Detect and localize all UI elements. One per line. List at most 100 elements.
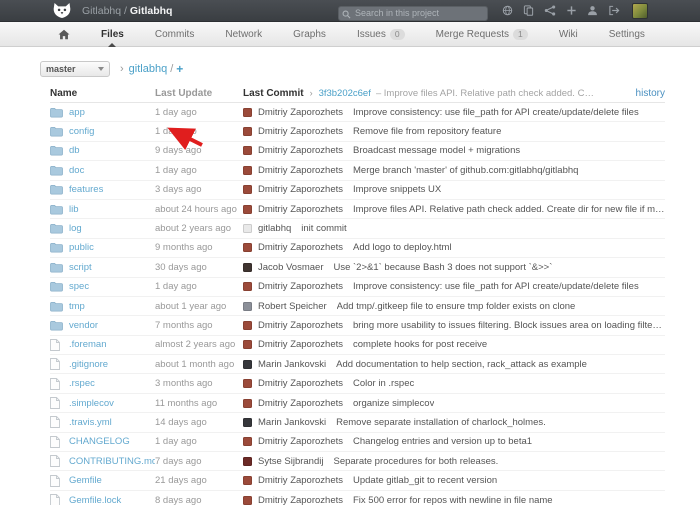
file-name-link[interactable]: script [69,262,92,273]
commit-message-link[interactable]: init commit [301,223,346,234]
commit-message-link[interactable]: Remove separate installation of charlock… [336,417,546,428]
file-name-link[interactable]: .travis.yml [69,417,112,428]
file-icon [50,494,60,505]
file-name-link[interactable]: public [69,242,94,253]
commit-message-link[interactable]: Add tmp/.gitkeep file to ensure tmp fold… [337,301,576,312]
nav-tab-wiki[interactable]: Wiki [559,22,578,47]
file-name-link[interactable]: doc [69,165,84,176]
file-name-link[interactable]: vendor [69,320,98,331]
commit-message-link[interactable]: Separate procedures for both releases. [333,456,498,467]
branch-selector[interactable]: master [40,61,110,77]
file-name-link[interactable]: Gemfile [69,475,102,486]
gitlab-logo[interactable] [50,0,74,22]
file-name-link[interactable]: config [69,126,94,137]
commit-message-link[interactable]: Changelog entries and version up to beta… [353,436,532,447]
globe-icon[interactable] [502,5,513,16]
clipboard-icon[interactable] [523,5,534,16]
commit-message-link[interactable]: Broadcast message model + migrations [353,145,520,156]
folder-icon [50,165,63,176]
commit-message-link[interactable]: Improve snippets UX [353,184,441,195]
file-name-link[interactable]: CONTRIBUTING.md [69,456,155,467]
nav-tab-merge-requests[interactable]: Merge Requests 1 [436,22,528,47]
breadcrumb-repo-link[interactable]: gitlabhq [129,63,168,75]
file-name-link[interactable]: lib [69,204,79,215]
commit-message-link[interactable]: Remove file from repository feature [353,126,501,137]
file-icon [50,475,60,487]
commit-message-link[interactable]: Color in .rspec [353,378,414,389]
commit-sha-link[interactable]: 3f3b202c6ef [319,88,371,99]
commit-message-link[interactable]: Improve consistency: use file_path for A… [353,281,639,292]
nav-tab-label: Files [101,29,124,40]
nav-tab-network[interactable]: Network [225,22,262,47]
new-file-plus-link[interactable]: + [176,62,183,76]
commit-author-name: Dmitriy Zaporozhets [258,184,343,195]
breadcrumb-chevron: › [120,63,124,75]
fork-network-icon[interactable] [544,5,556,16]
commit-author-avatar [243,379,252,388]
table-row: config 1 day ago Dmitriy Zaporozhets Rem… [50,122,665,141]
last-update-text: about 1 year ago [155,301,243,312]
nav-tab-commits[interactable]: Commits [155,22,194,47]
nav-tab-issues[interactable]: Issues 0 [357,22,405,47]
project-name[interactable]: Gitlabhq [130,5,173,17]
nav-tab-badge: 0 [390,29,405,40]
commit-author-name: Marin Jankovski [258,417,326,428]
commit-message-link[interactable]: Fix 500 error for repos with newline in … [353,495,553,505]
commit-author-avatar [243,166,252,175]
home-icon [58,29,70,40]
profile-user-icon[interactable] [587,5,598,16]
table-row: spec 1 day ago Dmitriy Zaporozhets Impro… [50,278,665,297]
commit-message-link[interactable]: bring more usability to issues filtering… [353,320,665,331]
commit-message-link[interactable]: Improve files API. Relative path check a… [353,204,665,215]
folder-icon [50,184,63,195]
file-name-link[interactable]: .foreman [69,339,107,350]
commit-message-link[interactable]: complete hooks for post receive [353,339,487,350]
folder-icon [50,145,63,156]
file-name-link[interactable]: .gitignore [69,359,108,370]
history-link[interactable]: history [636,88,665,99]
file-name-link[interactable]: features [69,184,103,195]
table-row: CONTRIBUTING.md 7 days ago Sytse Sijbran… [50,452,665,471]
folder-icon [50,262,63,273]
commit-message-link[interactable]: Update gitlab_git to recent version [353,475,497,486]
commit-message-link[interactable]: organize simplecov [353,398,434,409]
last-update-text: 3 days ago [155,184,243,195]
last-update-text: 1 day ago [155,436,243,447]
commit-message-link[interactable]: Use `2>&1` because Bash 3 does not suppo… [333,262,552,273]
nav-tab-home[interactable] [58,22,70,47]
new-project-plus-icon[interactable] [566,5,577,16]
project-group[interactable]: Gitlabhq [82,5,121,17]
file-icon [50,397,60,409]
commit-author-name: Dmitriy Zaporozhets [258,204,343,215]
commit-author-avatar [243,360,252,369]
file-icon [50,358,60,370]
user-avatar[interactable] [632,3,648,19]
file-name-link[interactable]: CHANGELOG [69,436,130,447]
commit-author-name: Dmitriy Zaporozhets [258,165,343,176]
file-name-link[interactable]: Gemfile.lock [69,495,121,505]
file-name-link[interactable]: app [69,107,85,118]
nav-tab-settings[interactable]: Settings [609,22,645,47]
top-bar-icons [502,5,620,16]
commit-message-link[interactable]: Add documentation to help section, rack_… [336,359,587,370]
table-row: tmp about 1 year ago Robert Speicher Add… [50,297,665,316]
file-name-link[interactable]: tmp [69,301,85,312]
commit-author-avatar [243,496,252,505]
file-name-link[interactable]: .rspec [69,378,95,389]
commit-message-link[interactable]: Merge branch 'master' of github.com:gitl… [353,165,578,176]
nav-tab-label: Network [225,29,262,40]
nav-tab-files[interactable]: Files [101,22,124,47]
last-update-text: about 24 hours ago [155,204,243,215]
nav-tab-graphs[interactable]: Graphs [293,22,326,47]
file-name-link[interactable]: log [69,223,82,234]
file-name-link[interactable]: .simplecov [69,398,114,409]
breadcrumb-separator: / [170,63,173,75]
commit-message-link[interactable]: Improve consistency: use file_path for A… [353,107,639,118]
logout-icon[interactable] [608,5,620,16]
commit-message-link[interactable]: Add logo to deploy.html [353,242,452,253]
search-input[interactable] [338,6,488,21]
folder-icon [50,320,63,331]
file-name-link[interactable]: db [69,145,80,156]
file-name-link[interactable]: spec [69,281,89,292]
commit-author-avatar [243,185,252,194]
